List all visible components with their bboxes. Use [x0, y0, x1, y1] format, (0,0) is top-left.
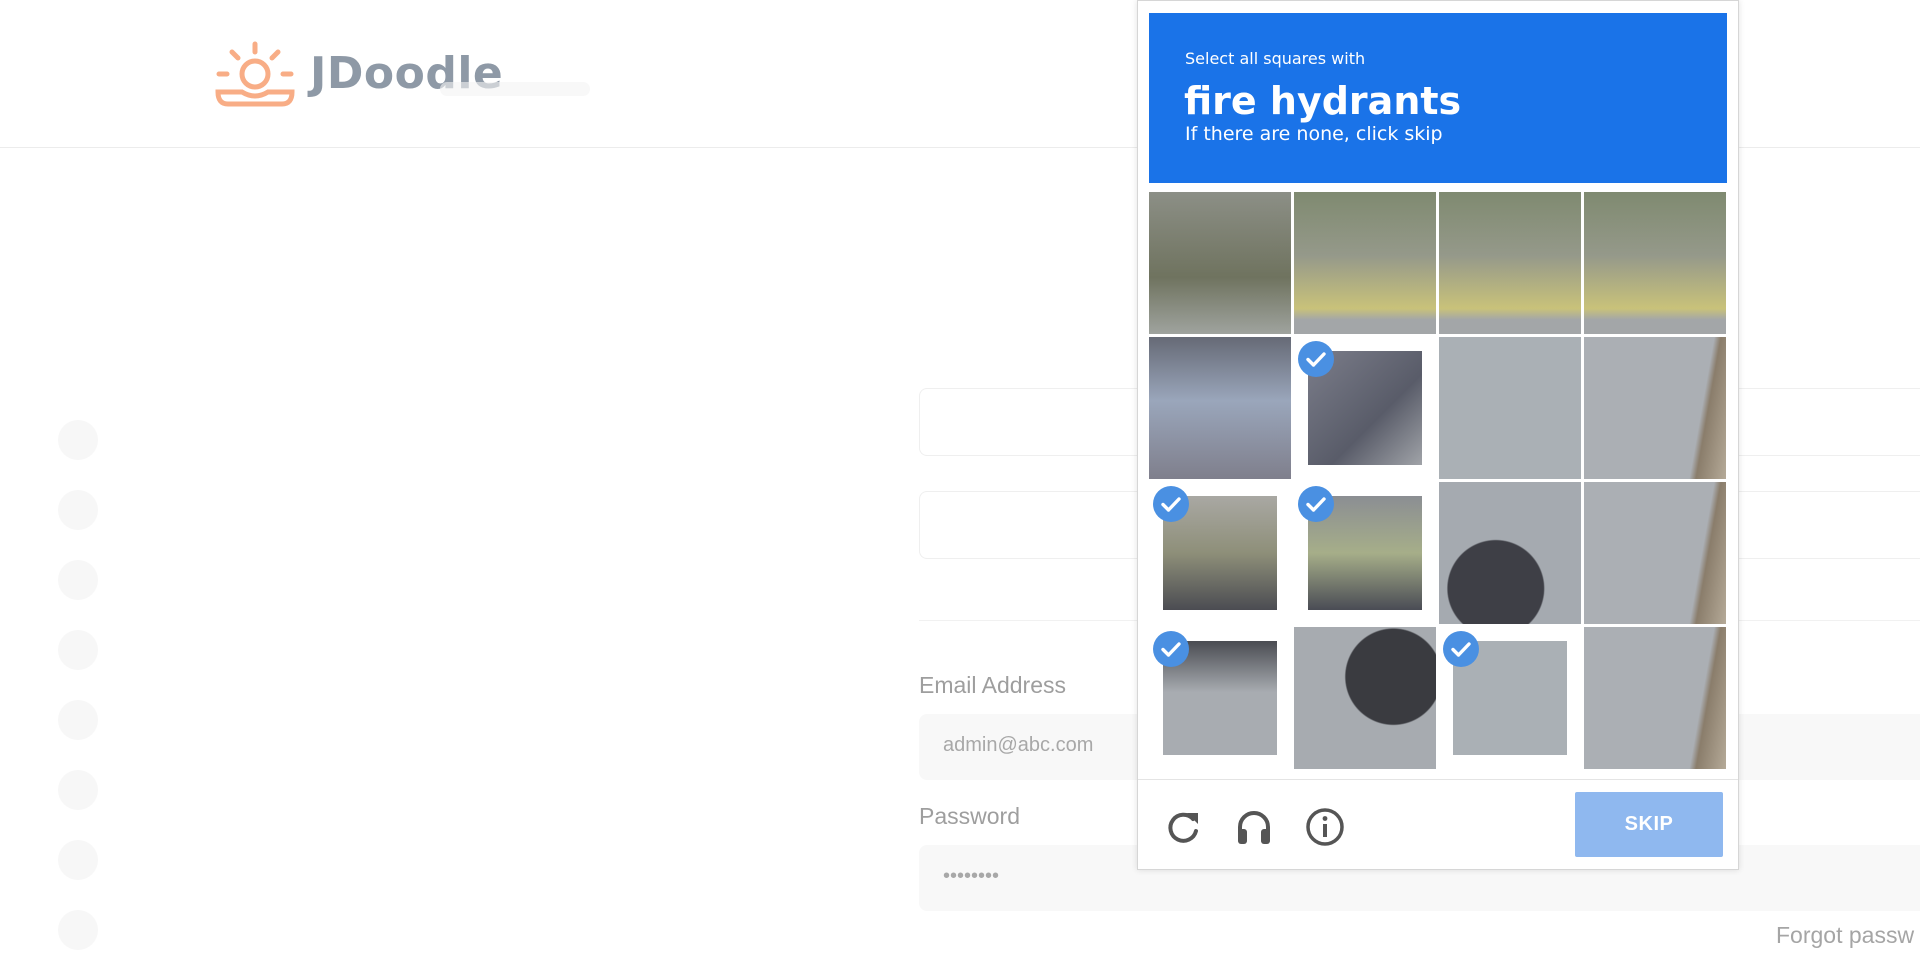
captcha-tile[interactable] [1584, 337, 1726, 479]
tile-image [1439, 192, 1581, 334]
captcha-instruction: Select all squares with [1185, 49, 1366, 68]
captcha-tile[interactable] [1149, 192, 1291, 334]
captcha-tile[interactable] [1294, 192, 1436, 334]
side-decoration [58, 420, 102, 980]
captcha-tile[interactable] [1294, 627, 1436, 769]
captcha-tile[interactable] [1294, 482, 1436, 624]
checkmark-icon [1298, 341, 1334, 377]
captcha-tile[interactable] [1294, 337, 1436, 479]
tile-image [1584, 192, 1726, 334]
nav-placeholder [440, 82, 590, 96]
tile-image [1294, 627, 1436, 769]
captcha-challenge: Select all squares with fire hydrants If… [1137, 0, 1739, 870]
password-label: Password [919, 803, 1020, 829]
headphones-icon[interactable] [1234, 807, 1274, 847]
forgot-password-link[interactable]: Forgot passw [1776, 922, 1914, 949]
password-value: •••••••• [943, 865, 1000, 887]
tile-image [1439, 337, 1581, 479]
tile-image [1439, 482, 1581, 624]
captcha-target: fire hydrants [1184, 79, 1462, 123]
captcha-tile[interactable] [1584, 627, 1726, 769]
email-value: admin@abc.com [943, 734, 1094, 756]
tile-image [1149, 337, 1291, 479]
tile-image [1584, 337, 1726, 479]
captcha-tile[interactable] [1439, 627, 1581, 769]
skip-button[interactable]: SKIP [1575, 792, 1723, 857]
checkmark-icon [1298, 486, 1334, 522]
captcha-grid [1149, 192, 1727, 770]
captcha-tile[interactable] [1149, 337, 1291, 479]
tile-image [1294, 192, 1436, 334]
captcha-tile[interactable] [1149, 482, 1291, 624]
captcha-tile[interactable] [1584, 192, 1726, 334]
tile-image [1149, 192, 1291, 334]
email-label: Email Address [919, 672, 1067, 698]
captcha-tile[interactable] [1149, 627, 1291, 769]
sun-logo-icon [215, 41, 295, 107]
checkmark-icon [1443, 631, 1479, 667]
jdoodle-logo[interactable]: JDoodle [212, 38, 503, 108]
captcha-footer: SKIP [1138, 779, 1738, 870]
checkmark-icon [1153, 631, 1189, 667]
reload-icon[interactable] [1163, 807, 1203, 847]
captcha-tile[interactable] [1439, 192, 1581, 334]
checkmark-icon [1153, 486, 1189, 522]
captcha-header: Select all squares with fire hydrants If… [1149, 13, 1727, 183]
info-icon[interactable] [1305, 807, 1345, 847]
captcha-hint: If there are none, click skip [1185, 123, 1443, 145]
captcha-tile[interactable] [1439, 337, 1581, 479]
captcha-tile[interactable] [1439, 482, 1581, 624]
captcha-tile[interactable] [1584, 482, 1726, 624]
tile-image [1584, 482, 1726, 624]
tile-image [1584, 627, 1726, 769]
